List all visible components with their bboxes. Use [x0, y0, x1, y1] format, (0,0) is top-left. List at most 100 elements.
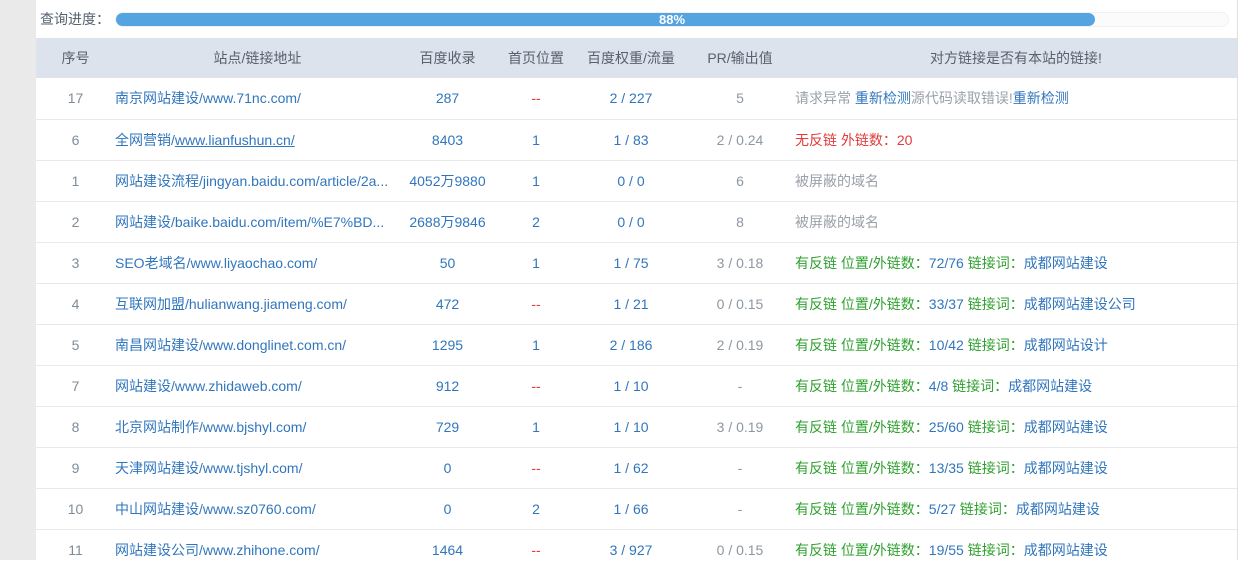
remark-link[interactable]: 成都网站建设 [1024, 419, 1108, 435]
remark-text: 5/27 [928, 500, 957, 517]
column-header-weight-traffic: 百度权重/流量 [577, 38, 685, 78]
remark-link[interactable]: 成都网站建设 [1024, 255, 1108, 271]
weight-traffic-cell: 2 / 227 [577, 78, 685, 119]
remark-link[interactable]: 成都网站设计 [1024, 337, 1108, 353]
backlink-status-cell: 有反链 位置/外链数：25/60 链接词：成都网站建设 [795, 405, 1237, 447]
home-position-cell: 2 [495, 200, 577, 242]
site-cell: 南京网站建设/www.71nc.com/ [115, 78, 400, 119]
row-index-cell: 11 [36, 528, 115, 570]
table-row: 4 互联网加盟/hulianwang.jiameng.com/ 472 -- 1… [36, 282, 1237, 324]
remark-link[interactable]: 成都网站建设 [1024, 542, 1108, 558]
table-row: 1 网站建设流程/jingyan.baidu.com/article/2a...… [36, 159, 1237, 201]
site-cell: 网站建设流程/jingyan.baidu.com/article/2a... [115, 159, 400, 201]
row-index-cell: 10 [36, 487, 115, 529]
backlink-status-cell: 有反链 位置/外链数：10/42 链接词：成都网站设计 [795, 323, 1237, 365]
site-link[interactable]: 网站建设流程/jingyan.baidu.com/article/2a... [115, 173, 388, 189]
pr-output-cell: 6 [685, 159, 795, 201]
site-name: SEO老域名/ [115, 254, 191, 271]
site-link[interactable]: 网站建设/baike.baidu.com/item/%E7%BD... [115, 214, 384, 230]
weight-traffic-cell: 1 / 62 [577, 446, 685, 488]
remark-link[interactable]: 成都网站建设 [1016, 501, 1100, 517]
pr-output-cell: 8 [685, 200, 795, 242]
site-url: www.liyaochao.com/ [190, 254, 318, 271]
site-url: www.bjshyl.com/ [202, 418, 307, 435]
site-name: 网站建设/ [115, 213, 175, 230]
baidu-index-cell: 912 [400, 364, 495, 406]
site-name: 网站建设公司/ [115, 541, 203, 558]
backlink-status-cell: 请求异常 重新检测源代码读取错误!重新检测 [795, 78, 1237, 119]
table-row: 2 网站建设/baike.baidu.com/item/%E7%BD... 26… [36, 200, 1237, 242]
remark-text: 有反链 位置/外链数： [795, 500, 929, 517]
remark-text: 被屏蔽的域名 [795, 213, 879, 230]
remark-text: 链接词： [963, 336, 1024, 353]
remark-link[interactable]: 成都网站建设 [1024, 460, 1108, 476]
link-check-panel: 查询进度： 88% 序号 站点/链接地址 百度收录 首页位置 百度权重/流量 P… [36, 0, 1238, 570]
remark-text: 链接词： [956, 500, 1016, 517]
site-link[interactable]: 北京网站制作/www.bjshyl.com/ [115, 419, 306, 435]
site-link[interactable]: SEO老域名/www.liyaochao.com/ [115, 255, 317, 271]
site-link[interactable]: 全网营销/www.lianfushun.cn/ [115, 132, 295, 148]
backlink-status-cell: 有反链 位置/外链数：4/8 链接词：成都网站建设 [795, 364, 1237, 406]
baidu-index-cell: 0 [400, 446, 495, 488]
weight-traffic-cell: 2 / 186 [577, 323, 685, 365]
home-position-cell: -- [495, 78, 577, 119]
site-url: www.zhihone.com/ [202, 541, 320, 558]
pr-output-cell: - [685, 446, 795, 488]
column-header-site: 站点/链接地址 [115, 38, 400, 78]
table-row: 10 中山网站建设/www.sz0760.com/ 0 2 1 / 66 - 有… [36, 487, 1237, 529]
backlink-status-cell: 有反链 位置/外链数：72/76 链接词：成都网站建设 [795, 241, 1237, 283]
site-name: 南昌网站建设/ [115, 336, 203, 353]
remark-text: 有反链 位置/外链数： [795, 459, 929, 476]
remark-text: 被屏蔽的域名 [795, 172, 879, 189]
site-link[interactable]: 南昌网站建设/www.donglinet.com.cn/ [115, 337, 346, 353]
progress-bar: 88% [115, 11, 1229, 27]
table-row: 8 北京网站制作/www.bjshyl.com/ 729 1 1 / 10 3 … [36, 405, 1237, 447]
row-index-cell: 7 [36, 364, 115, 406]
weight-traffic-cell: 0 / 0 [577, 159, 685, 201]
remark-text: 有反链 位置/外链数： [795, 295, 929, 312]
row-index-cell: 4 [36, 282, 115, 324]
site-cell: 北京网站制作/www.bjshyl.com/ [115, 405, 400, 447]
pr-output-cell: 5 [685, 78, 795, 119]
site-url: www.71nc.com/ [202, 90, 301, 107]
site-link[interactable]: 天津网站建设/www.tjshyl.com/ [115, 460, 302, 476]
site-cell: 网站建设/www.zhidaweb.com/ [115, 364, 400, 406]
remark-text: 链接词： [963, 295, 1024, 312]
site-link[interactable]: 南京网站建设/www.71nc.com/ [115, 90, 301, 106]
site-cell: 互联网加盟/hulianwang.jiameng.com/ [115, 282, 400, 324]
row-index-cell: 3 [36, 241, 115, 283]
site-cell: 南昌网站建设/www.donglinet.com.cn/ [115, 323, 400, 365]
row-index-cell: 2 [36, 200, 115, 242]
site-url: baike.baidu.com/item/%E7%BD... [174, 213, 385, 230]
remark-link[interactable]: 重新检测 [1013, 90, 1069, 106]
remark-text: 10/42 [928, 336, 964, 353]
home-position-cell: -- [495, 528, 577, 570]
site-link[interactable]: 网站建设公司/www.zhihone.com/ [115, 542, 320, 558]
pr-output-cell: - [685, 487, 795, 529]
site-link[interactable]: 互联网加盟/hulianwang.jiameng.com/ [115, 296, 347, 312]
site-name: 网站建设/ [115, 377, 175, 394]
weight-traffic-cell: 1 / 66 [577, 487, 685, 529]
site-name: 南京网站建设/ [115, 90, 203, 107]
weight-traffic-cell: 0 / 0 [577, 200, 685, 242]
column-header-home-position: 首页位置 [495, 38, 577, 78]
remark-link[interactable]: 成都网站建设公司 [1024, 296, 1136, 312]
site-cell: 中山网站建设/www.sz0760.com/ [115, 487, 400, 529]
home-position-cell: 1 [495, 159, 577, 201]
site-link[interactable]: 网站建设/www.zhidaweb.com/ [115, 378, 302, 394]
remark-link[interactable]: 重新检测 [855, 90, 911, 106]
row-index-cell: 17 [36, 78, 115, 119]
remark-link[interactable]: 成都网站建设 [1008, 378, 1092, 394]
table-header-row: 序号 站点/链接地址 百度收录 首页位置 百度权重/流量 PR/输出值 对方链接… [36, 38, 1237, 78]
weight-traffic-cell: 1 / 10 [577, 405, 685, 447]
remark-text: 有反链 位置/外链数： [795, 336, 929, 353]
site-name: 天津网站建设/ [115, 459, 203, 476]
baidu-index-cell: 2688万9846 [400, 200, 495, 242]
pr-output-cell: 3 / 0.18 [685, 241, 795, 283]
remark-text: 链接词： [948, 377, 1009, 394]
progress-label: 查询进度： [40, 11, 110, 27]
remark-text: 源代码读取错误! [910, 90, 1013, 107]
remark-text: 13/35 [928, 459, 964, 476]
site-link[interactable]: 中山网站建设/www.sz0760.com/ [115, 501, 316, 517]
column-header-index: 序号 [36, 38, 115, 78]
